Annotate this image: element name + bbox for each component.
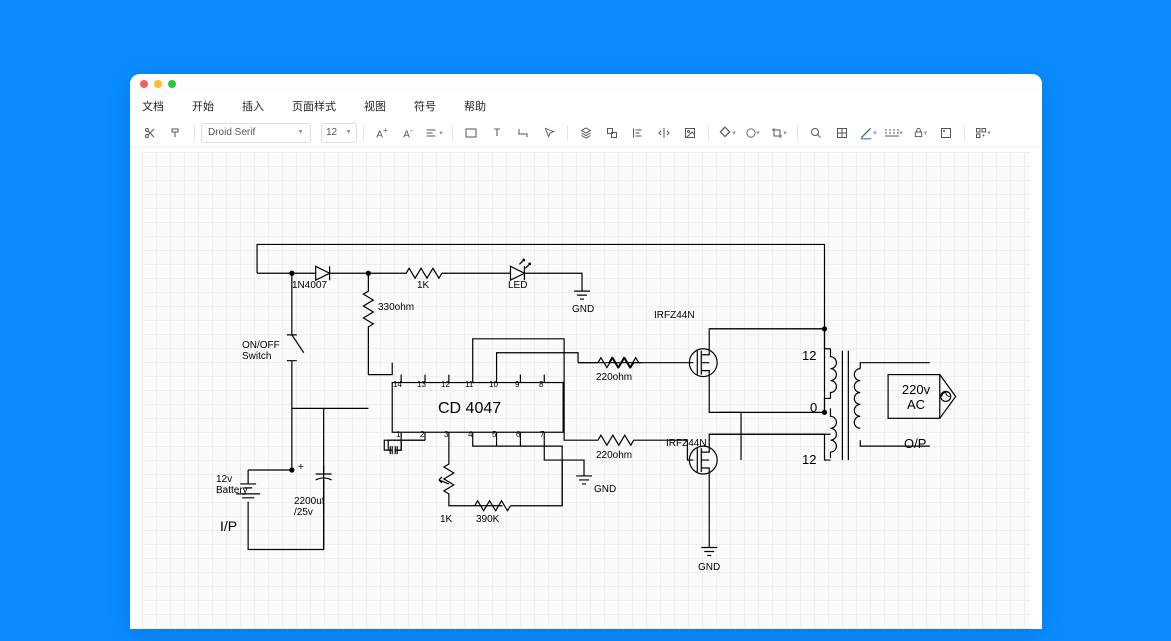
pin-label: 13 [417,380,426,389]
label-battery: 12v Battery [216,474,248,496]
align-left-icon[interactable] [626,122,650,144]
label-r390k: 390K [476,514,499,525]
font-selector[interactable]: Droid Serif▼ [201,123,311,143]
scissors-icon[interactable] [138,122,162,144]
label-r220-1: 220ohm [596,372,632,383]
app-window: 文档 开始 插入 页面样式 视图 符号 帮助 Droid Serif▼ 12▼ … [130,74,1042,629]
label-op: O/P [904,436,926,451]
crop-icon[interactable]: ▾ [767,122,791,144]
pin-label: 7 [540,430,544,439]
pin-label: 1 [396,430,400,439]
pin-label: 10 [489,380,498,389]
label-tap-0: 0 [810,400,817,415]
toolbar: Droid Serif▼ 12▼ A+ A- ▾ T ▾ ▾ ▾ ▾ ▾ ▾ ▾ [130,118,1042,148]
label-gnd: GND [572,304,594,315]
pin-label: 12 [441,380,450,389]
increase-font-icon[interactable]: A+ [370,122,394,144]
label-r220-2: 220ohm [596,450,632,461]
label-r330: 330ohm [378,302,414,313]
fontsize-selector[interactable]: 12▼ [321,123,357,143]
menu-item[interactable]: 文档 [142,98,164,114]
more-icon[interactable]: ▾ [971,122,995,144]
decrease-font-icon[interactable]: A- [396,122,420,144]
pin-label: 14 [393,380,402,389]
label-r1k-bot: 1K [440,514,452,525]
label-tap-12: 12 [802,452,816,467]
layers-icon[interactable] [574,122,598,144]
align-icon[interactable]: ▾ [422,122,446,144]
titlebar [130,74,1042,94]
pin-label: 11 [465,380,473,389]
text-icon[interactable]: T [485,122,509,144]
label-ip: I/P [220,518,237,534]
label-gnd: GND [594,484,616,495]
label-irfz44n-1: IRFZ44N [654,310,695,321]
connector-icon[interactable] [511,122,535,144]
menu-item[interactable]: 插入 [242,98,264,114]
label-chip: CD 4047 [438,400,501,418]
label-irfz44n-2: IRFZ44N [666,438,707,449]
menu-item[interactable]: 开始 [192,98,214,114]
line-style-icon[interactable]: ▾ [882,122,906,144]
label-led: LED [508,280,527,291]
pin-label: 8 [539,380,543,389]
label-r1k: 1K [417,280,429,291]
menu-item[interactable]: 视图 [364,98,386,114]
cursor-icon[interactable] [537,122,561,144]
lock-icon[interactable]: ▾ [908,122,932,144]
group-icon[interactable] [600,122,624,144]
rectangle-icon[interactable] [459,122,483,144]
fill-color-icon[interactable]: ▾ [715,122,739,144]
image-icon[interactable] [678,122,702,144]
line-color-icon[interactable]: ▾ [856,122,880,144]
menu-item[interactable]: 符号 [414,98,436,114]
pin-label: 6 [516,430,520,439]
close-icon[interactable] [140,80,148,88]
search-icon[interactable] [804,122,828,144]
pin-label: 3 [444,430,448,439]
menu-item[interactable]: 帮助 [464,98,486,114]
pin-label: 9 [515,380,519,389]
pin-label: 5 [492,430,496,439]
canvas-area[interactable]: 1N4007 1K LED GND 330ohm ON/OFF Switch I… [142,152,1030,629]
pin-label: 4 [468,430,472,439]
maximize-icon[interactable] [168,80,176,88]
label-gnd: GND [698,562,720,573]
label-cap: 2200uf /25v [294,496,325,518]
format-painter-icon[interactable] [164,122,188,144]
label-diode: 1N4007 [292,280,327,291]
table-icon[interactable] [830,122,854,144]
shape-icon[interactable]: ▾ [741,122,765,144]
menu-item[interactable]: 页面样式 [292,98,336,114]
minimize-icon[interactable] [154,80,162,88]
label-plus: + [298,462,304,473]
label-switch: ON/OFF Switch [242,340,280,362]
pin-label: 2 [420,430,424,439]
flip-icon[interactable] [652,122,676,144]
menubar: 文档 开始 插入 页面样式 视图 符号 帮助 [130,94,1042,118]
position-icon[interactable] [934,122,958,144]
label-tap-12: 12 [802,348,816,363]
label-output: 220v AC [896,382,936,412]
